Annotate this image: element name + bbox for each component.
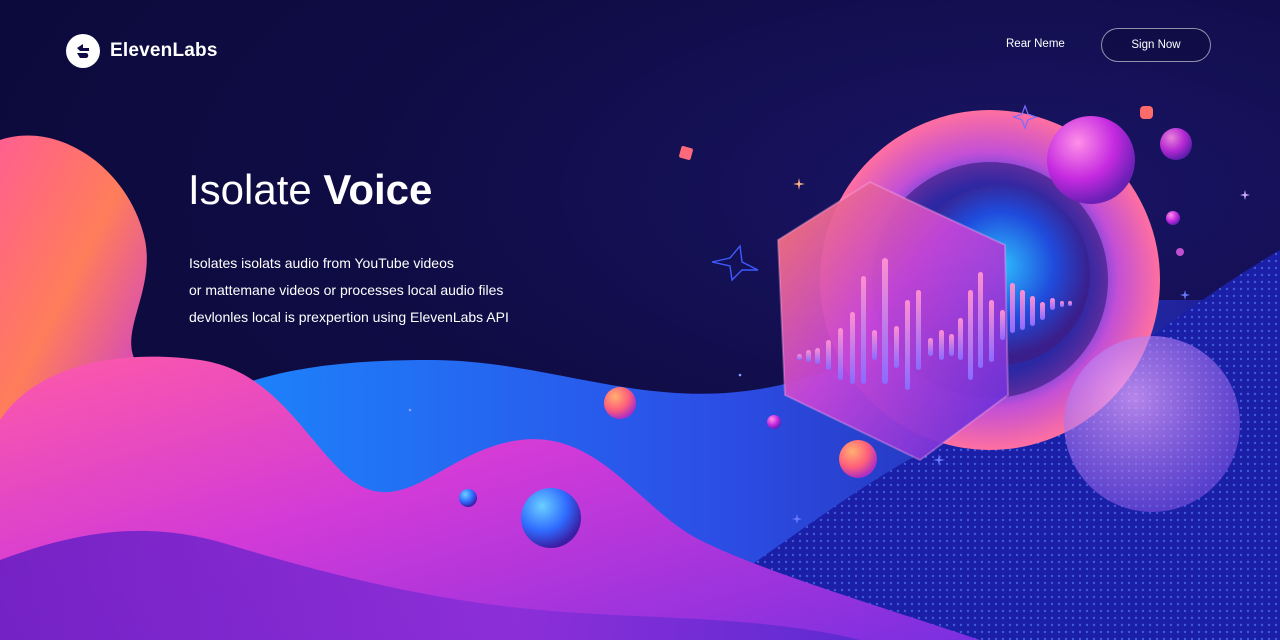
sphere-pink-large <box>1047 116 1135 204</box>
hero-description: Isolates isolats audio from YouTube vide… <box>189 250 609 331</box>
landing-page: ElevenLabs Rear Neme Sign Now Isolate Vo… <box>0 0 1280 640</box>
sphere-orange-1 <box>604 387 636 419</box>
cube-orange-2 <box>1140 106 1153 119</box>
hero-title-bold: Voice <box>323 166 433 213</box>
hero-title: Isolate Voice <box>188 164 432 216</box>
sphere-blue-1 <box>521 488 581 548</box>
nav-link[interactable]: Rear Neme <box>1006 38 1065 50</box>
sphere-purple-small <box>1160 128 1192 160</box>
brand-logo[interactable]: ElevenLabs <box>66 34 218 68</box>
sphere-pink-tiny-2 <box>1166 211 1180 225</box>
hero-title-light: Isolate <box>188 166 312 213</box>
top-navigation-bar: ElevenLabs Rear Neme Sign Now <box>0 0 1280 100</box>
brand-name: ElevenLabs <box>110 40 218 61</box>
sphere-blue-2 <box>459 489 477 507</box>
elevenlabs-logo-icon <box>66 34 100 68</box>
description-line-1: Isolates isolats audio from YouTube vide… <box>189 255 454 271</box>
sign-now-button[interactable]: Sign Now <box>1101 28 1211 62</box>
sphere-pink-tiny <box>767 415 781 429</box>
cube-orange <box>679 146 693 160</box>
description-line-2: or mattemane videos or processes local a… <box>189 282 504 298</box>
sphere-orange-2 <box>839 440 877 478</box>
sphere-glass <box>1064 336 1240 512</box>
description-line-3: devlonles local is prexpertion using Ele… <box>189 309 509 325</box>
